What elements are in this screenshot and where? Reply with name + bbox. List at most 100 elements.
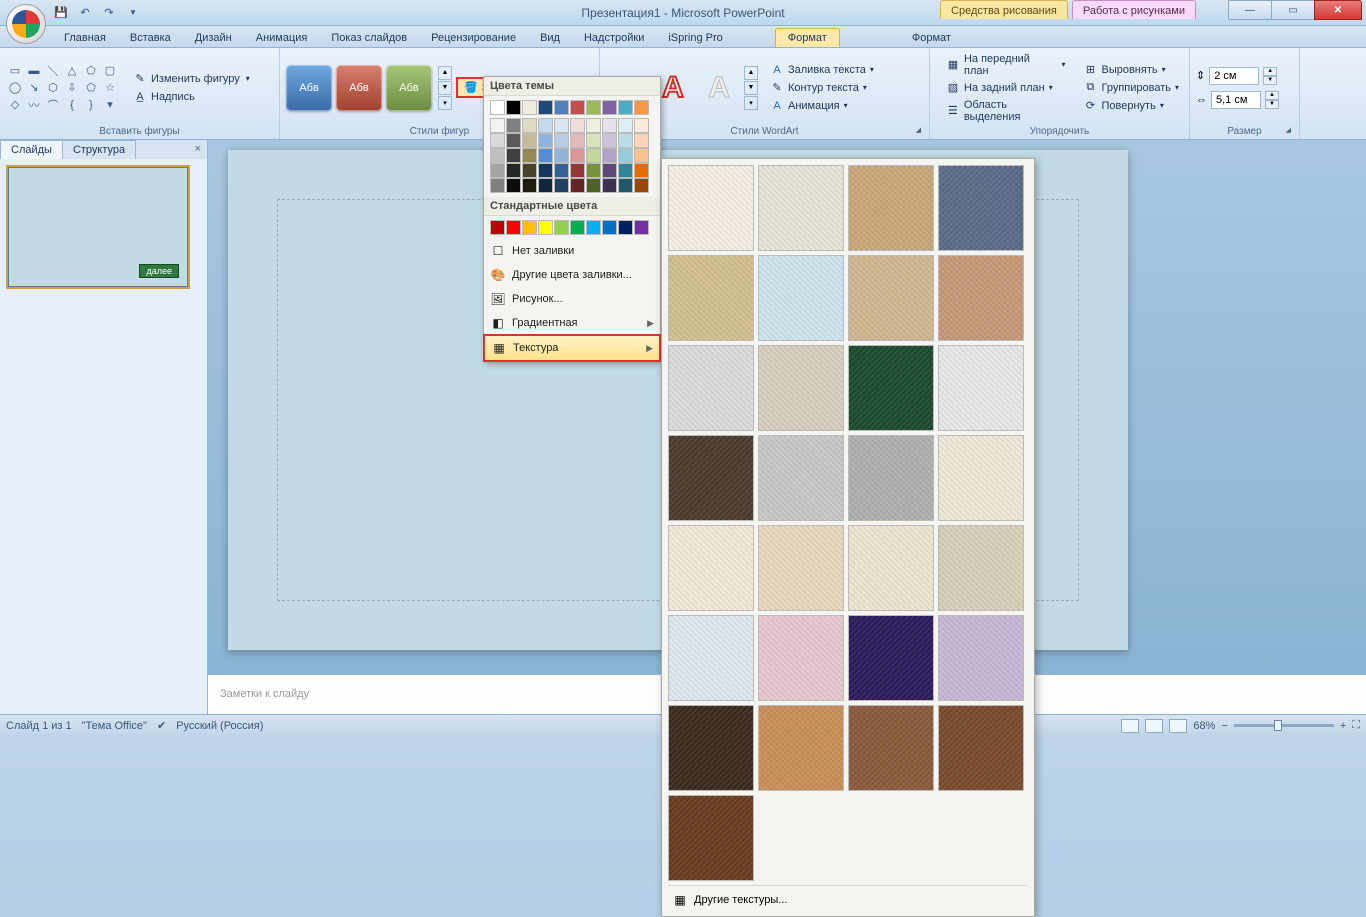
- theme-color-swatch[interactable]: [634, 100, 649, 115]
- texture-swatch[interactable]: [848, 345, 934, 431]
- texture-swatch[interactable]: [758, 165, 844, 251]
- texture-swatch[interactable]: [938, 705, 1024, 791]
- theme-color-swatch[interactable]: [554, 118, 569, 133]
- textbox-button[interactable]: A̲Надпись: [129, 88, 254, 106]
- text-fill-button[interactable]: AЗаливка текста▾: [766, 61, 878, 79]
- panel-tab-outline[interactable]: Структура: [62, 140, 136, 159]
- tab-slideshow[interactable]: Показ слайдов: [319, 29, 419, 47]
- texture-swatch[interactable]: [848, 435, 934, 521]
- theme-color-swatch[interactable]: [490, 178, 505, 193]
- panel-close-icon[interactable]: ×: [189, 140, 207, 159]
- theme-color-swatch[interactable]: [602, 100, 617, 115]
- theme-color-swatch[interactable]: [570, 148, 585, 163]
- texture-swatch[interactable]: [938, 165, 1024, 251]
- texture-swatch[interactable]: [758, 525, 844, 611]
- texture-swatch[interactable]: [938, 435, 1024, 521]
- style-more[interactable]: ▾: [438, 96, 452, 110]
- theme-color-swatch[interactable]: [586, 178, 601, 193]
- theme-color-swatch[interactable]: [570, 100, 585, 115]
- bring-front-button[interactable]: ▦На передний план▾: [942, 51, 1069, 79]
- theme-color-swatch[interactable]: [554, 133, 569, 148]
- qat-dropdown-icon[interactable]: ▼: [124, 4, 142, 22]
- theme-color-swatch[interactable]: [586, 118, 601, 133]
- edit-shape-button[interactable]: ✎Изменить фигуру▾: [129, 70, 254, 88]
- tab-animation[interactable]: Анимация: [244, 29, 320, 47]
- texture-swatch[interactable]: [668, 525, 754, 611]
- theme-color-swatch[interactable]: [602, 118, 617, 133]
- theme-color-swatch[interactable]: [522, 100, 537, 115]
- texture-swatch[interactable]: [938, 615, 1024, 701]
- texture-swatch[interactable]: [668, 165, 754, 251]
- theme-color-swatch[interactable]: [538, 100, 553, 115]
- wa-scroll-up[interactable]: ▲: [744, 66, 758, 80]
- shapes-gallery[interactable]: ▭▬＼△⬠▢ ◯↘⬡⇩⬠☆ ◇〰⌒{}▾: [6, 63, 119, 113]
- standard-color-swatch[interactable]: [618, 220, 633, 235]
- theme-color-swatch[interactable]: [602, 133, 617, 148]
- theme-color-swatch[interactable]: [586, 100, 601, 115]
- tab-insert[interactable]: Вставка: [118, 29, 183, 47]
- texture-swatch[interactable]: [848, 255, 934, 341]
- theme-color-swatch[interactable]: [602, 178, 617, 193]
- theme-color-swatch[interactable]: [618, 118, 633, 133]
- theme-color-swatch[interactable]: [522, 118, 537, 133]
- tab-review[interactable]: Рецензирование: [419, 29, 528, 47]
- texture-swatch[interactable]: [938, 525, 1024, 611]
- sorter-view-button[interactable]: [1145, 719, 1163, 733]
- theme-color-swatch[interactable]: [538, 133, 553, 148]
- theme-color-swatch[interactable]: [586, 163, 601, 178]
- texture-swatch[interactable]: [758, 705, 844, 791]
- theme-color-swatch[interactable]: [586, 133, 601, 148]
- tab-design[interactable]: Дизайн: [183, 29, 244, 47]
- theme-color-swatch[interactable]: [490, 163, 505, 178]
- texture-swatch[interactable]: [758, 345, 844, 431]
- theme-color-swatch[interactable]: [522, 148, 537, 163]
- theme-color-swatch[interactable]: [634, 148, 649, 163]
- theme-color-swatch[interactable]: [634, 118, 649, 133]
- theme-color-swatch[interactable]: [506, 148, 521, 163]
- height-input[interactable]: 2 см: [1209, 67, 1259, 85]
- theme-color-swatch[interactable]: [618, 148, 633, 163]
- theme-color-swatch[interactable]: [538, 148, 553, 163]
- status-language[interactable]: Русский (Россия): [176, 720, 263, 732]
- theme-color-swatch[interactable]: [522, 163, 537, 178]
- shape-style-1[interactable]: Абв: [286, 65, 332, 111]
- normal-view-button[interactable]: [1121, 719, 1139, 733]
- theme-color-swatch[interactable]: [570, 118, 585, 133]
- wordart-style-3[interactable]: A: [698, 67, 740, 109]
- standard-color-swatch[interactable]: [506, 220, 521, 235]
- theme-color-swatch[interactable]: [506, 100, 521, 115]
- theme-color-swatch[interactable]: [618, 133, 633, 148]
- selection-pane-button[interactable]: ☰Область выделения: [942, 97, 1069, 125]
- texture-fill-item[interactable]: ▦Текстура▶: [483, 334, 661, 362]
- texture-swatch[interactable]: [938, 345, 1024, 431]
- slideshow-view-button[interactable]: [1169, 719, 1187, 733]
- texture-swatch[interactable]: [758, 435, 844, 521]
- theme-color-swatch[interactable]: [570, 178, 585, 193]
- theme-color-swatch[interactable]: [570, 133, 585, 148]
- minimize-button[interactable]: [1228, 0, 1272, 20]
- theme-color-swatch[interactable]: [554, 100, 569, 115]
- rotate-button[interactable]: ⟳Повернуть▾: [1079, 97, 1183, 115]
- zoom-slider[interactable]: [1234, 724, 1334, 727]
- theme-color-swatch[interactable]: [490, 118, 505, 133]
- height-up[interactable]: ▲: [1263, 67, 1277, 76]
- office-button[interactable]: [6, 4, 46, 44]
- texture-swatch[interactable]: [668, 705, 754, 791]
- texture-swatch[interactable]: [668, 255, 754, 341]
- text-effects-button[interactable]: AАнимация▾: [766, 97, 878, 115]
- theme-color-swatch[interactable]: [538, 178, 553, 193]
- theme-color-swatch[interactable]: [506, 133, 521, 148]
- tab-ispring[interactable]: iSpring Pro: [656, 29, 734, 47]
- texture-swatch[interactable]: [938, 255, 1024, 341]
- theme-color-swatch[interactable]: [538, 118, 553, 133]
- width-up[interactable]: ▲: [1265, 91, 1279, 100]
- tab-view[interactable]: Вид: [528, 29, 572, 47]
- theme-color-swatch[interactable]: [490, 148, 505, 163]
- style-scroll-up[interactable]: ▲: [438, 66, 452, 80]
- tab-format-drawing[interactable]: Формат: [775, 28, 840, 47]
- theme-color-swatch[interactable]: [634, 178, 649, 193]
- zoom-out-button[interactable]: −: [1221, 720, 1227, 732]
- theme-color-swatch[interactable]: [522, 178, 537, 193]
- theme-color-swatch[interactable]: [618, 163, 633, 178]
- theme-color-swatch[interactable]: [522, 133, 537, 148]
